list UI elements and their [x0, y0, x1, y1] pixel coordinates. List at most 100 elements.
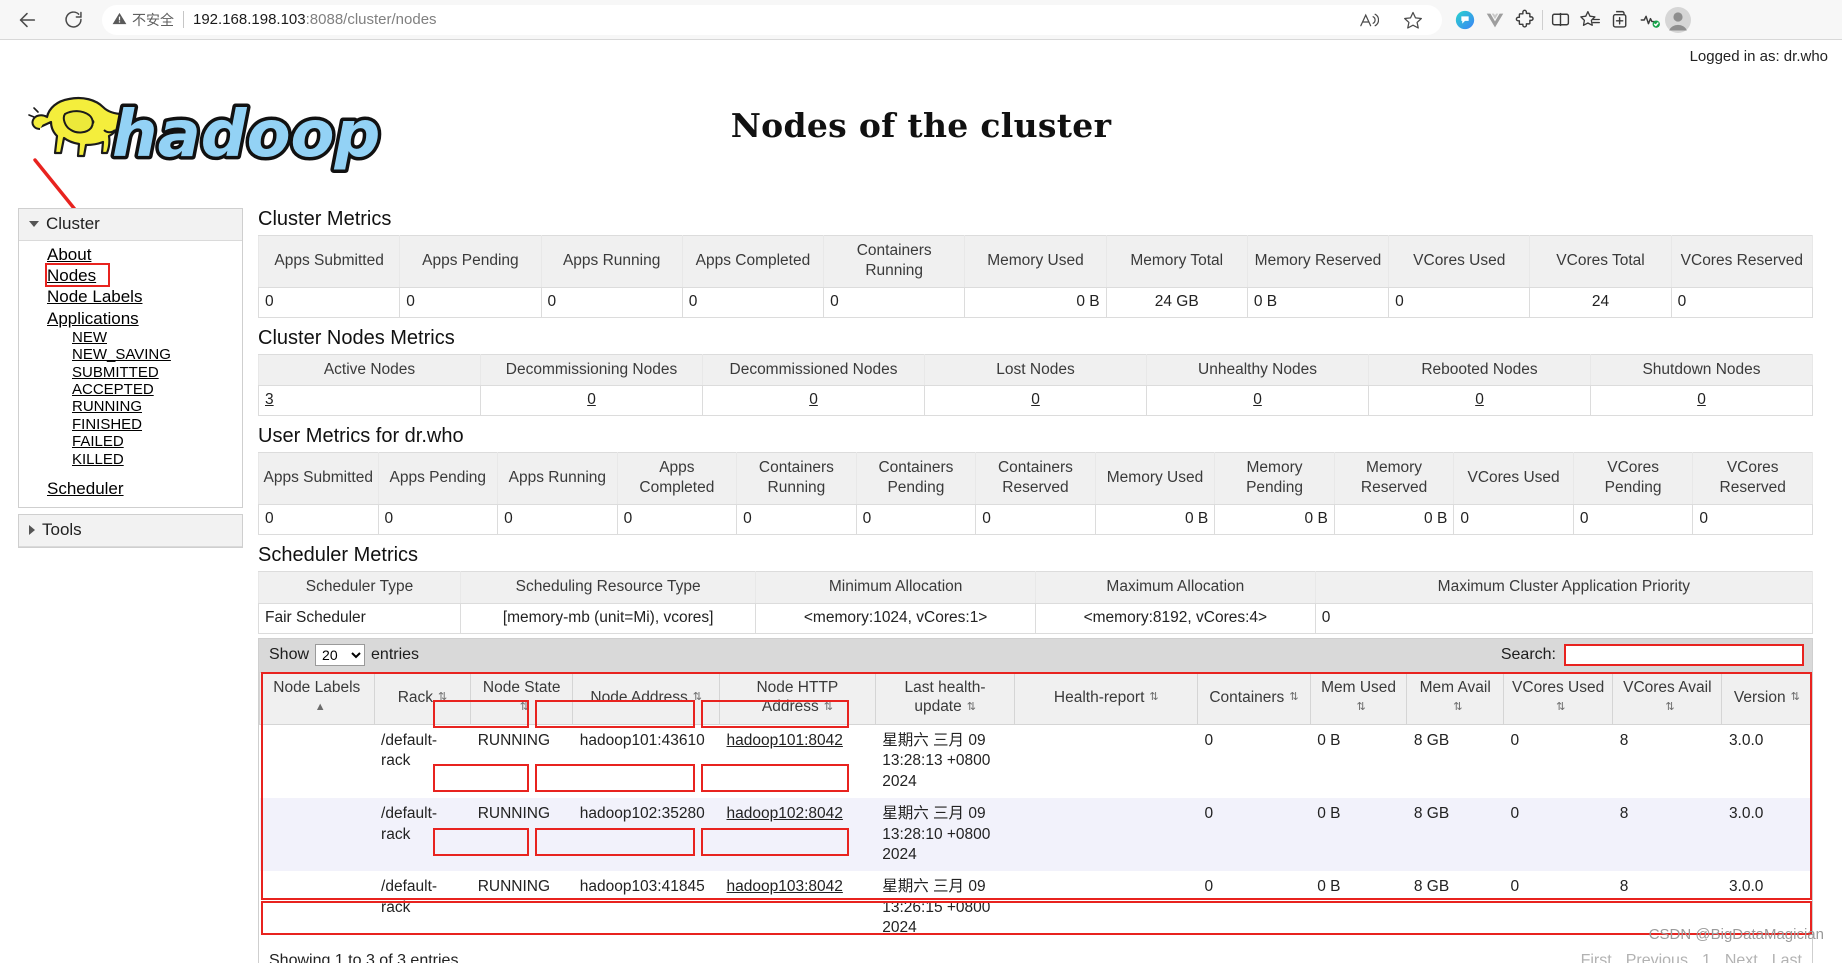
url-path: :8088/cluster/nodes — [305, 11, 437, 28]
sidebar-item-app-finished[interactable]: FINISHED — [19, 416, 242, 433]
column-header-node-http-address[interactable]: Node HTTP Address ⇅ — [719, 671, 876, 725]
extensions-icon[interactable] — [1510, 5, 1540, 35]
column-header-mem-avail[interactable]: Mem Avail ⇅ — [1406, 671, 1505, 725]
column-header-containers[interactable]: Containers ⇅ — [1196, 671, 1311, 725]
copilot-icon[interactable] — [1450, 5, 1480, 35]
header-text: VCores Used — [1413, 251, 1506, 269]
cell-last-health-update: 星期六 三月 09 13:26:15 +0800 2024 — [875, 871, 1015, 945]
entries-label: entries — [371, 645, 420, 663]
sort-icon: ⇅ — [1665, 700, 1675, 713]
sort-icon: ⇅ — [519, 700, 529, 713]
sidebar-item-app-new[interactable]: NEW — [19, 329, 242, 346]
cell-mem-used: 0 B — [1310, 724, 1407, 799]
cell-rack: /default-rack — [374, 798, 471, 872]
cluster-nodes-metrics-header-cell: Unhealthy Nodes — [1146, 353, 1369, 387]
cell-node-labels — [259, 724, 375, 799]
sidebar-header-tools[interactable]: Tools — [19, 515, 242, 548]
column-header-last-health-update[interactable]: Last health-update ⇅ — [874, 671, 1016, 725]
address-bar[interactable]: 不安全 192.168.198.103:8088/cluster/nodes — [102, 4, 1442, 35]
sidebar-item-app-killed[interactable]: KILLED — [19, 451, 242, 468]
cell-node-http-address: hadoop103:8042 — [719, 871, 876, 945]
node-http-address-link[interactable]: hadoop101:8042 — [727, 732, 843, 749]
back-button[interactable] — [10, 3, 44, 37]
cluster-nodes-metrics-value-row: 3 0 0 0 0 0 0 — [258, 385, 1813, 417]
collections-icon[interactable] — [1605, 5, 1635, 35]
column-header-vcores-avail[interactable]: VCores Avail ⇅ — [1612, 671, 1723, 725]
user-metrics-cell: 0 — [736, 504, 857, 536]
favorites-icon[interactable] — [1575, 5, 1605, 35]
sidebar-item-app-submitted[interactable]: SUBMITTED — [19, 364, 242, 381]
column-header-vcores-used[interactable]: VCores Used ⇅ — [1503, 671, 1614, 725]
sidebar-header-cluster-label: Cluster — [46, 214, 100, 233]
paging-last[interactable]: Last — [1772, 952, 1802, 963]
sidebar-item-about[interactable]: About — [19, 244, 242, 265]
rebooted-nodes-link[interactable]: 0 — [1475, 391, 1484, 408]
user-metrics-cell: 0 — [258, 504, 379, 536]
header-text: Apps Running — [562, 251, 661, 269]
favorite-star-icon[interactable] — [1398, 5, 1428, 35]
split-screen-icon[interactable] — [1545, 5, 1575, 35]
search-input[interactable] — [1564, 643, 1804, 666]
sidebar-item-applications[interactable]: Applications — [19, 308, 242, 329]
node-http-address-link[interactable]: hadoop102:8042 — [727, 805, 843, 822]
column-header-rack[interactable]: Rack ⇅ — [373, 671, 472, 725]
vue-devtools-icon[interactable] — [1480, 5, 1510, 35]
cluster-nodes-metrics-header-row: Active Nodes Decommissioning Nodes Decom… — [258, 353, 1813, 387]
column-header-node-state[interactable]: Node State ⇅ — [470, 671, 574, 725]
sort-icon: ⇅ — [823, 700, 834, 713]
cluster-metrics-header-cell: Memory Used — [964, 235, 1107, 288]
paging-page-1[interactable]: 1 — [1702, 952, 1711, 963]
sidebar-item-app-failed[interactable]: FAILED — [19, 433, 242, 450]
read-aloud-icon[interactable] — [1354, 5, 1384, 35]
sort-icon: ⇅ — [692, 691, 703, 704]
sidebar-item-app-accepted[interactable]: ACCEPTED — [19, 381, 242, 398]
sidebar: Cluster About Nodes Node Labels Applicat… — [18, 208, 243, 554]
sidebar-item-scheduler[interactable]: Scheduler — [19, 478, 242, 499]
cluster-metrics-header-cell: Memory Total — [1105, 235, 1248, 288]
shutdown-nodes-link[interactable]: 0 — [1697, 391, 1706, 408]
url-text: 192.168.198.103:8088/cluster/nodes — [193, 11, 437, 28]
sidebar-item-node-labels[interactable]: Node Labels — [19, 286, 242, 307]
cell-containers: 0 — [1197, 798, 1311, 872]
paging-previous[interactable]: Previous — [1626, 952, 1688, 963]
sidebar-header-cluster[interactable]: Cluster — [19, 209, 242, 241]
unhealthy-nodes-link[interactable]: 0 — [1253, 391, 1262, 408]
header-text: Health-report — [1053, 688, 1145, 706]
paging-first[interactable]: First — [1581, 952, 1612, 963]
cluster-metrics-cell: 0 — [257, 287, 401, 318]
decommissioning-nodes-link[interactable]: 0 — [587, 391, 596, 408]
user-metrics-header-cell: Apps Running — [497, 452, 618, 506]
paging-next[interactable]: Next — [1725, 952, 1758, 963]
header-text: Containers Running — [856, 242, 932, 279]
scheduler-metrics-value-row: Fair Scheduler [memory-mb (unit=Mi), vco… — [257, 603, 1814, 634]
column-header-mem-used[interactable]: Mem Used ⇅ — [1309, 671, 1408, 725]
cluster-metrics-cell: 0 — [1388, 287, 1531, 318]
column-header-node-address[interactable]: Node Address ⇅ — [572, 671, 720, 725]
cell-last-health-update: 星期六 三月 09 13:28:13 +0800 2024 — [875, 724, 1015, 799]
header-text: Apps Submitted — [274, 251, 384, 269]
active-nodes-link[interactable]: 3 — [265, 391, 274, 408]
scheduler-metrics-header-cell: Maximum Allocation — [1034, 571, 1316, 604]
user-metrics-cell: 0 — [497, 504, 618, 536]
decommissioned-nodes-link[interactable]: 0 — [809, 391, 818, 408]
sidebar-item-nodes[interactable]: Nodes — [19, 265, 242, 286]
sidebar-item-app-new-saving[interactable]: NEW_SAVING — [19, 346, 242, 363]
browser-essentials-icon[interactable] — [1635, 5, 1665, 35]
table-row[interactable]: /default-rack RUNNING hadoop101:43610 ha… — [259, 724, 1812, 799]
yarn-resourcemanager-page: Logged in as: dr.who hadoop hadoop Nodes… — [0, 40, 1842, 963]
table-row[interactable]: /default-rack RUNNING hadoop103:41845 ha… — [259, 871, 1812, 945]
table-row[interactable]: /default-rack RUNNING hadoop102:35280 ha… — [259, 798, 1812, 872]
security-indicator[interactable]: 不安全 — [112, 10, 174, 30]
sidebar-item-app-running[interactable]: RUNNING — [19, 398, 242, 415]
profile-avatar-icon[interactable] — [1665, 6, 1691, 33]
column-header-node-labels[interactable]: Node Labels ▲ — [259, 671, 375, 725]
node-http-address-link[interactable]: hadoop103:8042 — [727, 878, 843, 895]
page-length-select[interactable]: 20 40 60 80 100 — [315, 643, 366, 666]
lost-nodes-link[interactable]: 0 — [1031, 391, 1040, 408]
column-header-health-report[interactable]: Health-report ⇅ — [1014, 671, 1198, 725]
column-header-version[interactable]: Version ⇅ — [1721, 671, 1812, 725]
header-text: Apps Completed — [695, 251, 811, 269]
cluster-metrics-cell: 0 — [399, 287, 542, 318]
reload-button[interactable] — [56, 3, 90, 37]
cluster-metrics-cell: 24 — [1529, 287, 1672, 318]
